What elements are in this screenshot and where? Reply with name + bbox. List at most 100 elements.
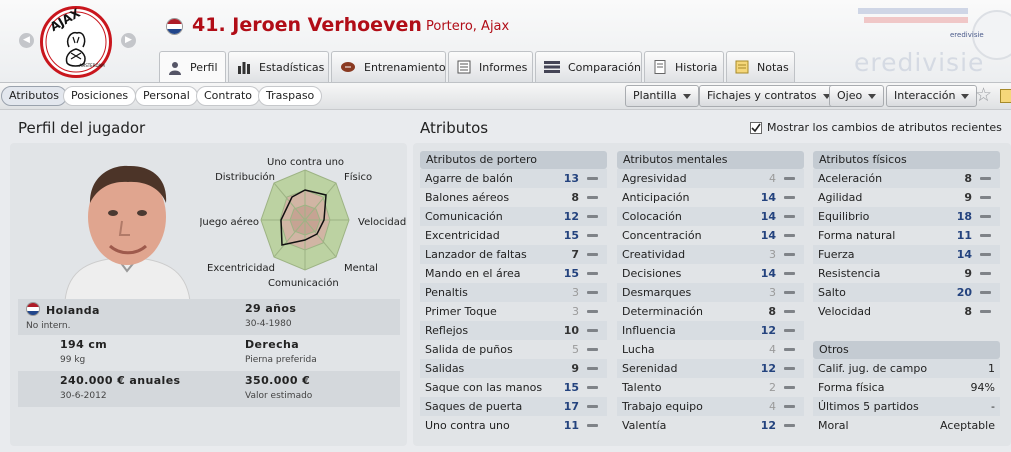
age-cell: 29 años 30-4-1980 <box>245 302 430 329</box>
tab-comparacion[interactable]: Comparación <box>535 51 642 82</box>
foot-label: Pierna preferida <box>245 355 317 365</box>
ojeo-dropdown[interactable]: Ojeo <box>829 85 885 107</box>
attribute-name: Resistencia <box>818 267 881 280</box>
attribute-row: Trabajo equipo 4 <box>617 397 804 416</box>
tab-informes[interactable]: Informes <box>448 51 533 82</box>
physical-attributes: Atributos físicos Aceleración 8 Agilidad 9 E… <box>813 151 1000 321</box>
forward-arrow-icon[interactable]: ▶ <box>121 33 136 48</box>
attribute-name: Saques de puerta <box>425 400 523 413</box>
group-title: Atributos de portero <box>420 151 607 169</box>
tab-label: Informes <box>479 60 528 74</box>
interaccion-dropdown[interactable]: Interacción <box>886 85 978 107</box>
no-change-icon <box>587 234 598 237</box>
no-change-icon <box>587 310 598 313</box>
attribute-row: Fuerza 14 <box>813 245 1000 264</box>
mental-attributes: Atributos mentales Agresividad 4 Anticipac… <box>617 151 804 435</box>
netherlands-flag-icon <box>166 18 183 35</box>
no-change-icon <box>587 424 598 427</box>
attribute-value: 8 <box>768 305 776 318</box>
attribute-name: Reflejos <box>425 324 469 337</box>
no-change-icon <box>980 177 991 180</box>
no-change-icon <box>980 215 991 218</box>
attribute-row: Lucha 4 <box>617 340 804 359</box>
no-change-icon <box>980 291 991 294</box>
back-arrow-icon[interactable]: ◀ <box>19 33 34 48</box>
attribute-row: Reflejos 10 <box>420 321 607 340</box>
tab-entrenamiento[interactable]: Entrenamiento <box>331 51 446 82</box>
subtab-posiciones[interactable]: Posiciones <box>63 86 137 106</box>
no-change-icon <box>587 177 598 180</box>
other-name: Últimos 5 partidos <box>818 400 919 413</box>
no-change-icon <box>587 386 598 389</box>
attribute-name: Mando en el área <box>425 267 521 280</box>
estimated-value-label: Valor estimado <box>245 391 313 401</box>
attribute-value: 20 <box>956 286 972 299</box>
attribute-row: Agilidad 9 <box>813 188 1000 207</box>
attribute-row: Talento 2 <box>617 378 804 397</box>
subtab-atributos[interactable]: Atributos <box>1 86 67 106</box>
tab-historia[interactable]: Historia <box>644 51 724 82</box>
no-change-icon <box>784 234 795 237</box>
attribute-name: Penaltis <box>425 286 468 299</box>
attribute-value: 4 <box>769 400 776 413</box>
tab-perfil[interactable]: Perfil <box>159 51 226 83</box>
attribute-value: 13 <box>563 172 579 185</box>
attribute-value: 15 <box>563 267 579 280</box>
other-value: 1 <box>988 362 995 375</box>
attribute-row: Balones aéreos 8 <box>420 188 607 207</box>
chevron-down-icon <box>682 93 691 99</box>
other-value: - <box>991 400 995 413</box>
attribute-value: 8 <box>964 305 972 318</box>
attribute-name: Determinación <box>622 305 703 318</box>
tab-estadisticas[interactable]: Estadísticas <box>228 51 329 82</box>
attribute-name: Primer Toque <box>425 305 497 318</box>
subtab-personal[interactable]: Personal <box>135 86 198 106</box>
other-value: 94% <box>970 381 995 394</box>
attribute-row: Agarre de balón 13 <box>420 169 607 188</box>
attribute-row: Comunicación 12 <box>420 207 607 226</box>
no-change-icon <box>587 272 598 275</box>
attribute-value: 9 <box>964 191 972 204</box>
radar-label: Uno contra uno <box>267 157 345 168</box>
attribute-name: Excentricidad <box>425 229 500 242</box>
attribute-value: 10 <box>563 324 579 337</box>
league-logo-text: eredivisie <box>950 31 984 39</box>
fichajes-dropdown[interactable]: Fichajes y contratos <box>699 85 839 107</box>
plantilla-dropdown[interactable]: Plantilla <box>625 85 699 107</box>
attribute-name: Uno contra uno <box>425 419 510 432</box>
attribute-value: 9 <box>571 362 579 375</box>
other-name: Calif. jug. de campo <box>818 362 928 375</box>
attribute-value: 3 <box>769 248 776 261</box>
attribute-name: Concentración <box>622 229 702 242</box>
show-changes-checkbox[interactable] <box>750 122 762 134</box>
attribute-value: 9 <box>964 267 972 280</box>
other-row: Calif. jug. de campo 1 <box>813 359 1000 378</box>
nationality-value: Holanda <box>46 304 100 317</box>
subtab-contrato[interactable]: Contrato <box>196 86 261 106</box>
tab-notas[interactable]: Notas <box>726 51 795 82</box>
attribute-value: 15 <box>563 229 579 242</box>
attribute-value: 12 <box>760 324 776 337</box>
dropdown-label: Ojeo <box>837 89 863 102</box>
subtab-traspaso[interactable]: Traspaso <box>258 86 323 106</box>
attribute-value: 3 <box>572 286 579 299</box>
attribute-radar-chart: Uno contra uno Físico Velocidad Mental C… <box>200 145 410 295</box>
nationality-cell: Holanda No intern. <box>26 302 211 331</box>
attribute-name: Creatividad <box>622 248 686 261</box>
notes-shortcut-icon[interactable] <box>1000 89 1011 103</box>
attribute-name: Lucha <box>622 343 655 356</box>
dropdown-label: Interacción <box>894 89 956 102</box>
attribute-name: Balones aéreos <box>425 191 510 204</box>
no-change-icon <box>784 177 795 180</box>
attribute-name: Agilidad <box>818 191 863 204</box>
star-icon[interactable]: ☆ <box>975 84 992 106</box>
no-change-icon <box>784 367 795 370</box>
attribute-name: Colocación <box>622 210 682 223</box>
value-cell: 350.000 € Valor estimado <box>245 374 430 401</box>
attribute-value: 12 <box>563 210 579 223</box>
player-name: 41. Jeroen Verhoeven <box>192 14 422 36</box>
no-change-icon <box>980 310 991 313</box>
attribute-name: Anticipación <box>622 191 690 204</box>
info-row: Holanda No intern. 29 años 30-4-1980 <box>18 299 400 335</box>
birthdate-value: 30-4-1980 <box>245 319 292 329</box>
